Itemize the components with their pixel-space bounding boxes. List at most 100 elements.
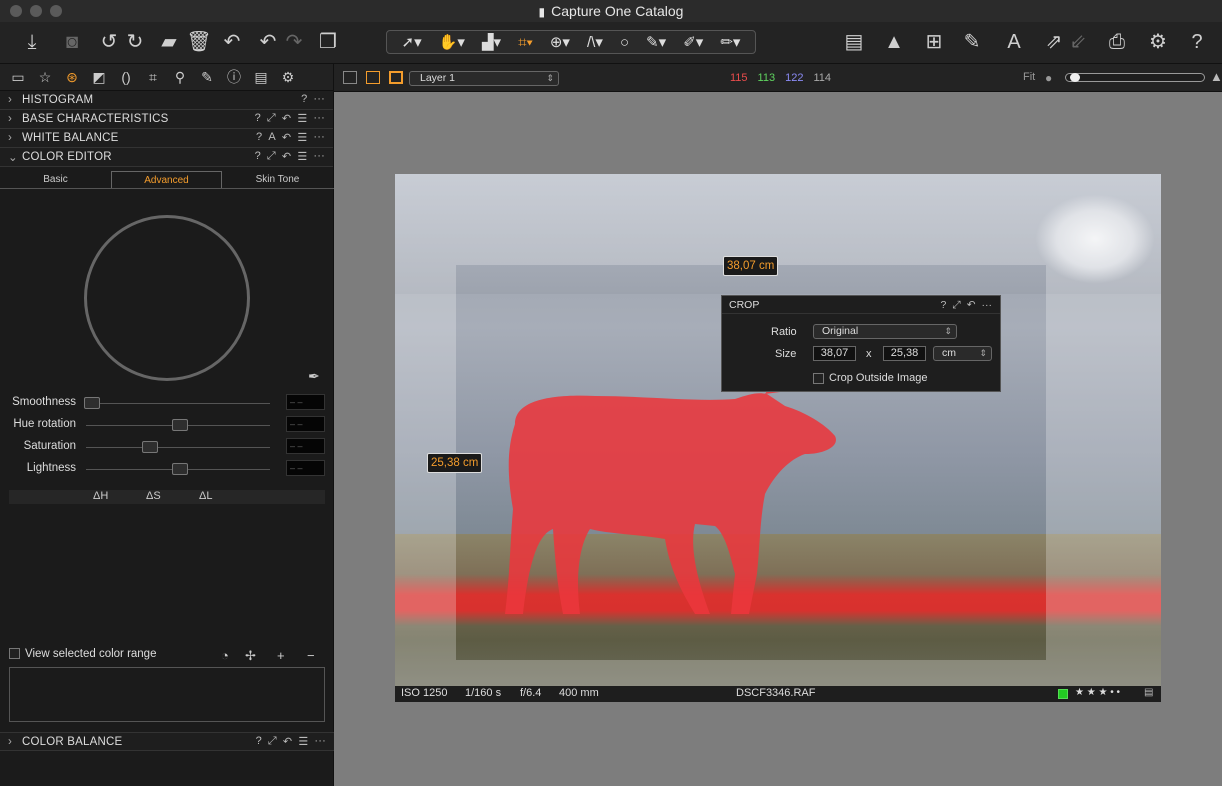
slider-value[interactable]: – – [286, 416, 325, 432]
tab-advanced[interactable]: Advanced [111, 171, 222, 188]
rotate-right-icon[interactable]: ↻ [121, 28, 149, 56]
undo-history-icon[interactable]: ↶ [218, 28, 246, 56]
slider-track[interactable] [86, 447, 270, 448]
slider-handle[interactable] [172, 419, 188, 431]
star-icon[interactable]: ☆ [35, 69, 55, 86]
expand-icon[interactable]: ⤢ [952, 296, 960, 314]
help-icon[interactable]: ? [255, 150, 261, 163]
pen-icon[interactable]: ✏▾ [720, 33, 740, 51]
metadata-icon[interactable]: ▤ [251, 69, 271, 86]
brush-icon[interactable]: ✎▾ [646, 33, 666, 51]
reset-icon[interactable]: ↶ [282, 131, 291, 144]
crop-width-input[interactable]: 38,07 [813, 346, 856, 361]
crop-icon[interactable]: ⌗▾ [518, 34, 533, 51]
add-icon[interactable]: + [277, 648, 285, 663]
help-icon[interactable]: ? [940, 296, 946, 314]
reset-icon[interactable]: ↶ [283, 735, 292, 748]
help-icon[interactable]: ? [256, 131, 262, 144]
help-icon[interactable]: ? [255, 112, 261, 125]
minimize-dot[interactable] [30, 5, 42, 17]
slider-value[interactable]: – – [286, 438, 325, 454]
apply-adjustments-icon[interactable]: ⇙ [1064, 28, 1092, 56]
zoom-handle[interactable] [1070, 73, 1080, 82]
exposure-icon[interactable]: ◩ [89, 69, 109, 86]
straighten-icon[interactable]: /\▾ [587, 33, 603, 51]
section-white-balance[interactable]: › WHITE BALANCE? A ↶ ☰ ··· [0, 129, 333, 148]
close-dot[interactable] [10, 5, 22, 17]
slider-handle[interactable] [84, 397, 100, 409]
slider-handle[interactable] [142, 441, 158, 453]
section-color-balance[interactable]: › COLOR BALANCE? ⤢ ↶ ☰ ··· [0, 732, 334, 751]
crop-height-input[interactable]: 25,38 [883, 346, 926, 361]
zoom-slider[interactable] [1065, 73, 1205, 82]
rotate-left-icon[interactable]: ↺ [95, 28, 123, 56]
auto-icon[interactable]: A [268, 131, 276, 144]
viewer-icon[interactable]: ▤ [840, 28, 868, 56]
star-rating[interactable]: ★ ★ ★ • • [1075, 687, 1120, 698]
more-icon[interactable]: ··· [313, 93, 325, 105]
photo-canvas[interactable] [395, 174, 1161, 686]
picker-plus-icon[interactable]: ✢ [245, 648, 256, 664]
compare-view-icon[interactable] [389, 71, 403, 84]
color-wheel[interactable] [84, 215, 250, 381]
more-icon[interactable]: ··· [313, 112, 325, 125]
brush-preset-icon[interactable]: ✎ [958, 28, 986, 56]
presets-icon[interactable]: ☰ [297, 112, 307, 125]
grid-view-icon[interactable] [343, 71, 357, 84]
help-icon[interactable]: ? [1183, 28, 1211, 56]
section-base-characteristics[interactable]: › BASE CHARACTERISTICS? ⤢ ↶ ☰ ··· [0, 110, 333, 129]
select-cursor-icon[interactable]: ➚▾ [402, 33, 422, 51]
tab-skin-tone[interactable]: Skin Tone [222, 171, 333, 188]
text-overlay-icon[interactable]: A [1000, 28, 1028, 56]
stack-icon[interactable]: ❐ [314, 28, 342, 56]
presets-icon[interactable]: ☰ [297, 131, 307, 144]
grid-icon[interactable]: ⊞ [920, 28, 948, 56]
settings-icon[interactable]: ⚙ [1144, 28, 1172, 56]
loupe-icon[interactable]: ▟▾ [482, 33, 501, 51]
local-adjust-icon[interactable]: ✎ [197, 69, 217, 86]
reset-icon[interactable]: ↶ [282, 112, 291, 125]
camera-icon[interactable]: ◙ [58, 28, 86, 56]
crop-tab-icon[interactable]: ⌗ [143, 69, 163, 86]
pie-icon[interactable]: ◔ [221, 648, 229, 663]
reset-icon[interactable]: ↶ [967, 296, 976, 314]
crop-outside-checkbox[interactable] [813, 372, 824, 384]
tab-basic[interactable]: Basic [0, 171, 111, 188]
expand-icon[interactable]: ⤢ [268, 735, 277, 748]
more-icon[interactable]: ··· [313, 150, 325, 163]
trash-icon[interactable]: 🗑 [185, 28, 213, 56]
layer-select[interactable]: Layer 1 ⇕ [409, 71, 559, 86]
window-controls[interactable] [10, 5, 62, 17]
lens-icon[interactable]: () [116, 69, 136, 85]
info-icon[interactable]: ⓘ [224, 67, 244, 87]
unit-select[interactable]: cm ⇕ [933, 346, 992, 361]
single-view-icon[interactable] [366, 71, 380, 84]
presets-icon[interactable]: ☰ [297, 150, 307, 163]
slider-handle[interactable] [172, 463, 188, 475]
more-icon[interactable]: ··· [982, 296, 993, 314]
eraser-icon[interactable]: ✐▾ [683, 33, 703, 51]
fit-label[interactable]: Fit [1023, 71, 1035, 83]
exposure-warning-icon[interactable]: ▲ [880, 28, 908, 56]
expand-icon[interactable]: ⤢ [267, 150, 276, 163]
color-range-list[interactable] [9, 667, 325, 722]
remove-icon[interactable]: − [307, 648, 315, 663]
gear-icon[interactable]: ⚙ [278, 69, 298, 86]
undo-icon[interactable]: ↶ [254, 28, 282, 56]
list-icon[interactable]: ▤ [1144, 687, 1153, 698]
rotate-icon[interactable]: ⊕▾ [550, 33, 570, 51]
slider-value[interactable]: – – [286, 394, 325, 410]
reset-icon[interactable]: ↶ [282, 150, 291, 163]
help-icon[interactable]: ? [301, 93, 307, 105]
more-icon[interactable]: ··· [314, 735, 326, 748]
zoom-dot[interactable] [50, 5, 62, 17]
ratio-select[interactable]: Original ⇕ [813, 324, 957, 339]
section-color-editor[interactable]: ⌄ COLOR EDITOR? ⤢ ↶ ☰ ··· [0, 148, 333, 167]
color-tag[interactable] [1058, 689, 1068, 699]
more-icon[interactable]: ··· [313, 131, 325, 144]
color-icon[interactable]: ⊛ [62, 69, 82, 86]
expand-icon[interactable]: ⤢ [267, 112, 276, 125]
help-icon[interactable]: ? [256, 735, 262, 748]
circle-icon[interactable]: ○ [620, 34, 629, 51]
pan-hand-icon[interactable]: ✋▾ [439, 33, 465, 51]
